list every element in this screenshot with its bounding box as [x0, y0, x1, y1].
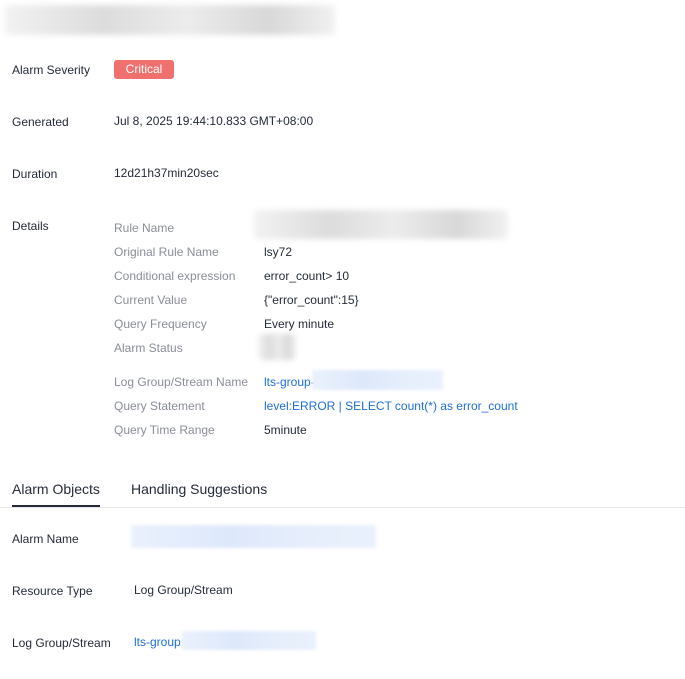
- alarm-status-label: Alarm Status: [114, 341, 183, 355]
- log-group-stream-name-label: Log Group/Stream Name: [114, 375, 249, 389]
- query-time-range-label: Query Time Range: [114, 423, 215, 437]
- query-statement-link[interactable]: level:ERROR | SELECT count(*) as error_c…: [264, 399, 518, 413]
- query-time-range-value: 5minute: [264, 423, 307, 437]
- severity-badge: Critical: [114, 60, 174, 79]
- generated-label: Generated: [12, 115, 69, 129]
- conditional-expression-value: error_count> 10: [264, 269, 350, 283]
- log-group-stream-name-link[interactable]: lts-group-: [264, 375, 315, 389]
- details-label: Details: [12, 219, 49, 233]
- log-group-stream-name-redacted: [312, 370, 443, 390]
- query-frequency-value: Every minute: [264, 317, 335, 331]
- current-value-label: Current Value: [114, 293, 188, 307]
- active-tab-indicator: [12, 505, 100, 507]
- rule-name-label: Rule Name: [114, 221, 175, 235]
- alarm-severity-label: Alarm Severity: [12, 63, 91, 77]
- duration-value: 12d21h37min20sec: [114, 166, 219, 180]
- duration-label: Duration: [12, 167, 58, 181]
- generated-value: Jul 8, 2025 19:44:10.833 GMT+08:00: [114, 114, 314, 128]
- original-rule-name-value: lsy72: [264, 245, 293, 259]
- log-group-stream-link[interactable]: lts-group: [134, 635, 181, 649]
- query-statement-label: Query Statement: [114, 399, 205, 413]
- log-group-stream-value-redacted: [182, 631, 316, 650]
- conditional-expression-label: Conditional expression: [114, 269, 236, 283]
- current-value-value: {"error_count":15}: [264, 293, 359, 307]
- query-frequency-label: Query Frequency: [114, 317, 207, 331]
- alarm-status-value-redacted: [258, 334, 296, 360]
- alarm-name-label: Alarm Name: [12, 532, 79, 546]
- page-title-redacted: [5, 5, 335, 35]
- resource-type-value: Log Group/Stream: [134, 583, 233, 597]
- rule-name-value-redacted: [254, 210, 508, 239]
- tab-divider: [0, 507, 685, 508]
- original-rule-name-label: Original Rule Name: [114, 245, 219, 259]
- alarm-name-value-redacted: [131, 525, 376, 548]
- tab-handling-suggestions[interactable]: Handling Suggestions: [131, 481, 267, 497]
- tab-alarm-objects[interactable]: Alarm Objects: [12, 481, 100, 497]
- resource-type-label: Resource Type: [12, 584, 93, 598]
- log-group-stream-label: Log Group/Stream: [12, 636, 111, 650]
